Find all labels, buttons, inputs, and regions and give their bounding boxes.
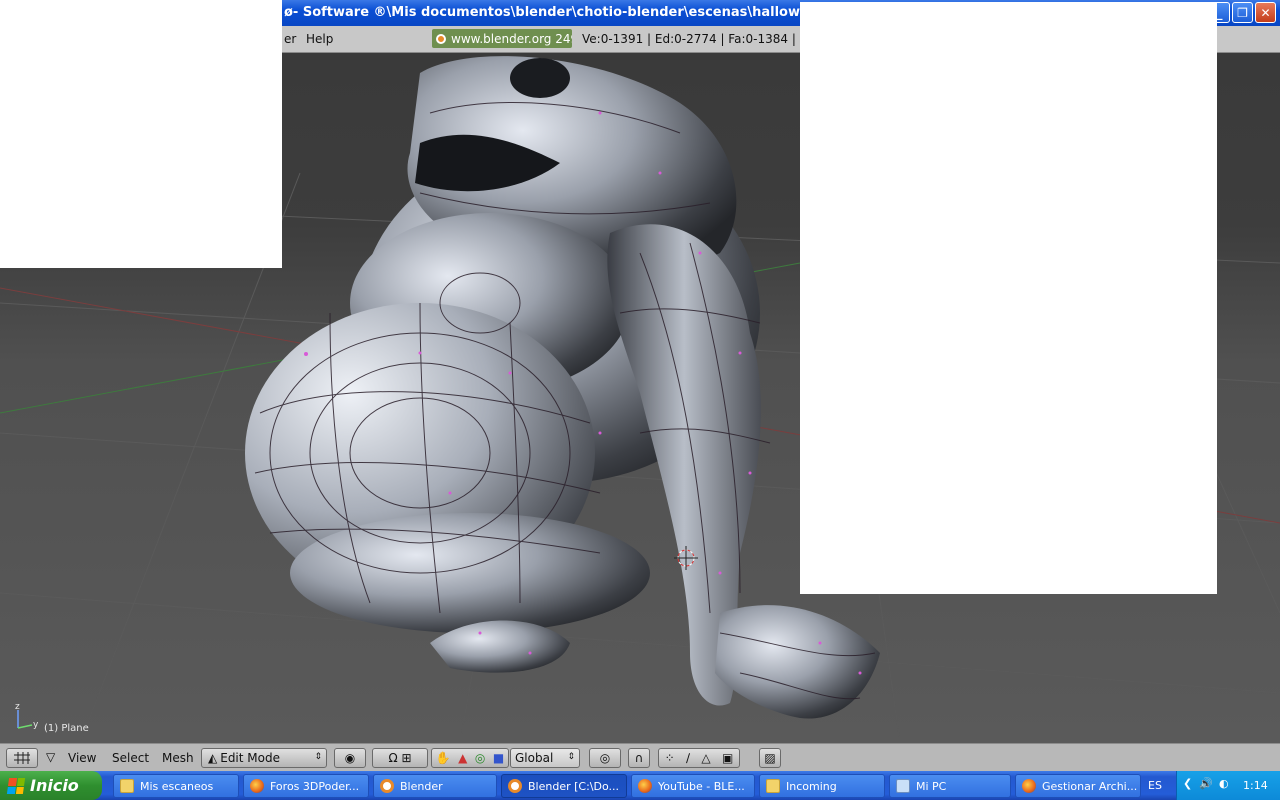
blender-logo-icon (436, 33, 446, 44)
blender-url-box[interactable]: www.blender.org 249 (432, 29, 572, 48)
select-mode-group[interactable]: ⁘ ∕ △ ▣ (658, 748, 740, 768)
volume-icon[interactable]: 🔊 (1199, 777, 1213, 790)
task-mis-escaneos[interactable]: Mis escaneos (113, 774, 239, 798)
firefox-icon (1022, 779, 1036, 793)
3d-view-header: ▽ View Select Mesh ◭ Edit Mode ⇕ ◉ Ω ⊞ ✋… (0, 743, 1280, 772)
folder-icon (120, 779, 134, 793)
orientation-select[interactable]: Global ⇕ (510, 748, 580, 768)
active-object-label: (1) Plane (44, 723, 89, 734)
edit-mode-icon: ◭ (208, 751, 218, 765)
tray-expand-icon[interactable]: ❮ (1183, 777, 1192, 790)
snap-button[interactable]: ∩ (628, 748, 650, 768)
computer-icon (896, 779, 910, 793)
orientation-label: Global (515, 751, 554, 765)
scale-icon: ■ (492, 751, 505, 765)
edge-select-icon: ∕ (686, 751, 691, 765)
close-button[interactable]: ✕ (1255, 2, 1276, 23)
task-label: Blender [C:\Do... (528, 779, 619, 793)
rotate-icon: ◎ (474, 751, 486, 765)
task-label: Foros 3DPoder... (270, 779, 360, 793)
hand-icon: ✋ (435, 751, 451, 765)
help-menu[interactable]: Help (306, 32, 333, 46)
task-label: Mi PC (916, 779, 947, 793)
task-youtube[interactable]: YouTube - BLE... (631, 774, 755, 798)
axis-widget-icon (17, 710, 33, 729)
windows-logo-icon (6, 777, 26, 794)
chevron-updown-icon: ⇕ (314, 752, 322, 762)
task-label: Mis escaneos (140, 779, 214, 793)
axis-y-label: y (33, 720, 39, 730)
image-icon: ▨ (764, 751, 776, 765)
grid-icon (14, 752, 30, 764)
draw-type-button[interactable]: ◉ (334, 748, 366, 768)
blender-url: www.blender.org 249 (451, 31, 572, 46)
mesh-menu[interactable]: Mesh (162, 751, 194, 765)
collapse-menu-icon[interactable]: ▽ (46, 750, 55, 764)
blender-icon (508, 779, 522, 793)
folder-icon (766, 779, 780, 793)
task-gestionar-archivos[interactable]: Gestionar Archi... (1015, 774, 1141, 798)
mesh-stats: Ve:0-1391 | Ed:0-2774 | Fa:0-1384 | (582, 32, 796, 46)
firefox-icon (638, 779, 652, 793)
language-indicator[interactable]: ES (1148, 779, 1162, 792)
network-icon[interactable]: ◐ (1219, 777, 1229, 790)
magnet-icon: ∩ (634, 751, 644, 765)
proportional-edit-button[interactable]: ◎ (589, 748, 621, 768)
proportional-icon: ◎ (599, 751, 611, 765)
axis-z-label: z (15, 702, 20, 712)
editor-type-button[interactable] (6, 748, 38, 768)
chevron-updown-icon: ⇕ (567, 752, 575, 762)
task-label: YouTube - BLE... (658, 779, 745, 793)
clock[interactable]: 1:14 (1243, 779, 1268, 792)
blender-icon (380, 779, 394, 793)
pivot-button[interactable]: Ω ⊞ (372, 748, 428, 768)
task-label: Blender (400, 779, 443, 793)
task-blender-active[interactable]: Blender [C:\Do... (501, 774, 627, 798)
pivot-icon: Ω ⊞ (388, 751, 412, 765)
shading-icon: ◉ (344, 751, 356, 765)
task-blender[interactable]: Blender (373, 774, 497, 798)
restore-button[interactable]: ❐ (1232, 2, 1253, 23)
task-incoming[interactable]: Incoming (759, 774, 885, 798)
mode-select-label: Edit Mode (220, 751, 280, 765)
task-mi-pc[interactable]: Mi PC (889, 774, 1011, 798)
task-label: Gestionar Archi... (1042, 779, 1138, 793)
task-label: Incoming (786, 779, 837, 793)
system-tray: ❮ 🔊 ◐ 1:14 (1176, 771, 1280, 800)
view-menu[interactable]: View (68, 751, 96, 765)
select-menu[interactable]: Select (112, 751, 149, 765)
start-button[interactable]: Inicio (0, 771, 102, 800)
vertex-select-icon: ⁘ (664, 751, 675, 765)
task-foros-3dpoder[interactable]: Foros 3DPoder... (243, 774, 369, 798)
occlude-icon: ▣ (721, 751, 734, 765)
occluded-region-right (800, 2, 1217, 594)
mode-select[interactable]: ◭ Edit Mode ⇕ (201, 748, 327, 768)
face-select-icon: △ (701, 751, 711, 765)
start-label: Inicio (30, 776, 79, 795)
render-menu[interactable]: er (284, 32, 296, 46)
windows-taskbar: Inicio Mis escaneos Foros 3DPoder... Ble… (0, 771, 1280, 800)
firefox-icon (250, 779, 264, 793)
manipulator-group[interactable]: ✋ ▲ ◎ ■ (431, 748, 509, 768)
occluded-region-left (0, 0, 282, 268)
translate-icon: ▲ (458, 751, 468, 765)
render-preview-button[interactable]: ▨ (759, 748, 781, 768)
